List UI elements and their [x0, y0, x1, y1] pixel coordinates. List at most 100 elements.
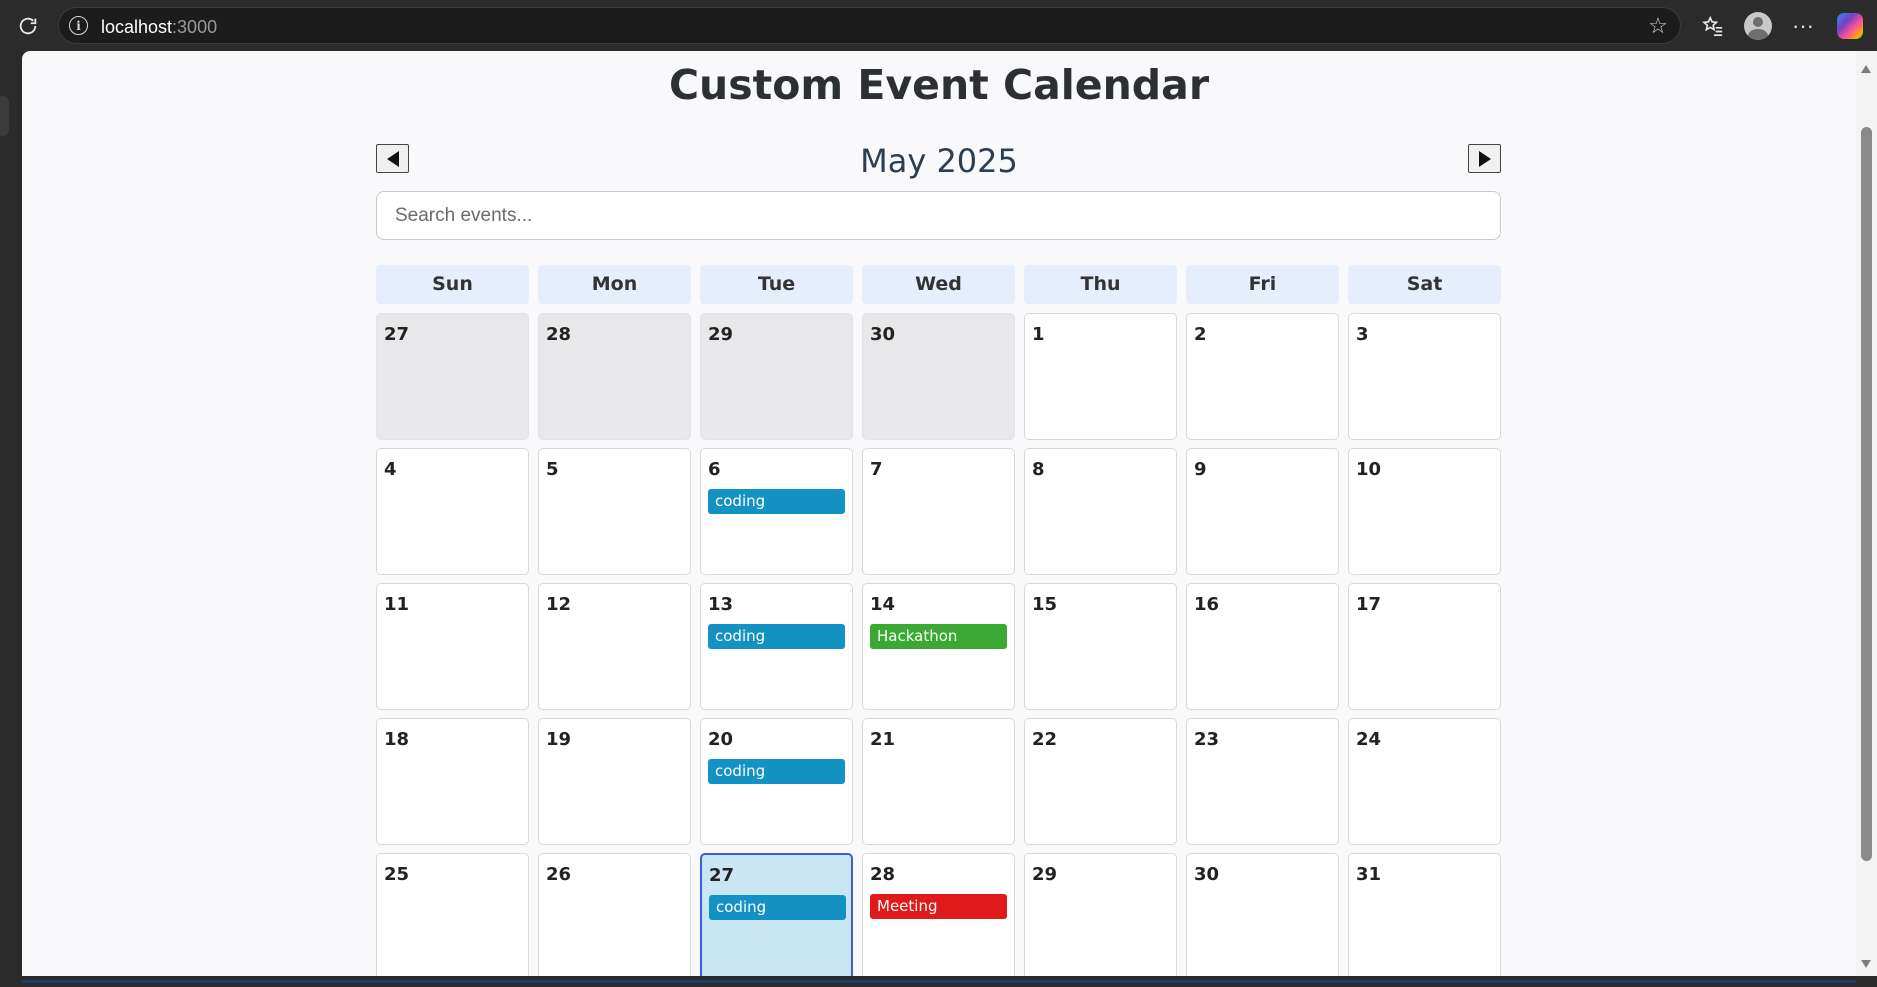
day-cell[interactable]: 5: [538, 448, 691, 575]
day-number: 2: [1194, 324, 1207, 345]
day-cell[interactable]: 11: [376, 583, 529, 710]
day-number: 18: [384, 729, 410, 750]
more-options-icon[interactable]: ···: [1788, 11, 1818, 41]
url-text[interactable]: localhost:3000: [101, 17, 217, 38]
site-info-icon[interactable]: i: [69, 16, 88, 35]
day-cell[interactable]: 16: [1186, 583, 1339, 710]
day-number: 25: [384, 864, 410, 885]
day-cell[interactable]: 21: [862, 718, 1015, 845]
day-number: 15: [1032, 594, 1058, 615]
day-number: 17: [1356, 594, 1382, 615]
weekday-sun: Sun: [376, 265, 529, 304]
browser-toolbar: i localhost:3000 ☆ ···: [0, 0, 1877, 51]
day-number: 27: [384, 324, 410, 345]
day-number: 30: [870, 324, 896, 345]
weekday-tue: Tue: [700, 265, 853, 304]
day-cell[interactable]: 27: [376, 313, 529, 440]
event-coding[interactable]: coding: [708, 759, 845, 784]
day-number: 21: [870, 729, 896, 750]
day-number: 1: [1032, 324, 1045, 345]
day-cell[interactable]: 8: [1024, 448, 1177, 575]
calendar-grid: 27 28 29 30 1 2 3 4 5 6 coding 7 8 9 10 11 12 13 coding 14 H…: [376, 313, 1501, 976]
avatar: [1744, 12, 1772, 40]
event-coding[interactable]: coding: [708, 624, 845, 649]
day-cell[interactable]: 24: [1348, 718, 1501, 845]
day-cell[interactable]: 6 coding: [700, 448, 853, 575]
day-number: 7: [870, 459, 883, 480]
month-label: May 2025: [860, 142, 1018, 180]
day-cell[interactable]: 29: [700, 313, 853, 440]
side-panel-handle[interactable]: [0, 96, 9, 136]
day-number: 14: [870, 594, 896, 615]
day-cell[interactable]: 17: [1348, 583, 1501, 710]
weekday-thu: Thu: [1024, 265, 1177, 304]
day-cell[interactable]: 13 coding: [700, 583, 853, 710]
address-bar[interactable]: i localhost:3000 ☆: [58, 7, 1681, 44]
day-cell[interactable]: 29: [1024, 853, 1177, 976]
day-number: 24: [1356, 729, 1382, 750]
day-cell[interactable]: 20 coding: [700, 718, 853, 845]
day-number: 9: [1194, 459, 1207, 480]
copilot-icon[interactable]: [1835, 11, 1865, 41]
day-number: 20: [708, 729, 734, 750]
day-cell[interactable]: 2: [1186, 313, 1339, 440]
day-cell[interactable]: 12: [538, 583, 691, 710]
day-cell[interactable]: 31: [1348, 853, 1501, 976]
search-input[interactable]: [376, 191, 1501, 240]
day-number: 13: [708, 594, 734, 615]
day-number: 22: [1032, 729, 1058, 750]
bookmark-star-icon[interactable]: ☆: [1646, 14, 1670, 38]
day-number: 30: [1194, 864, 1220, 885]
day-number: 29: [1032, 864, 1058, 885]
day-number: 31: [1356, 864, 1382, 885]
favorites-icon[interactable]: [1698, 11, 1728, 41]
day-number: 28: [546, 324, 572, 345]
day-cell[interactable]: 3: [1348, 313, 1501, 440]
day-cell[interactable]: 30: [862, 313, 1015, 440]
day-cell[interactable]: 26: [538, 853, 691, 976]
bottom-edge: [0, 976, 1877, 987]
day-cell[interactable]: 14 Hackathon: [862, 583, 1015, 710]
day-cell[interactable]: 18: [376, 718, 529, 845]
event-coding[interactable]: coding: [709, 895, 846, 920]
profile-icon[interactable]: [1743, 11, 1773, 41]
day-cell[interactable]: 28: [538, 313, 691, 440]
day-cell[interactable]: 7: [862, 448, 1015, 575]
day-number: 28: [870, 864, 896, 885]
day-cell[interactable]: 30: [1186, 853, 1339, 976]
right-arrow-icon: [1478, 150, 1491, 167]
weekday-mon: Mon: [538, 265, 691, 304]
day-cell[interactable]: 28 Meeting: [862, 853, 1015, 976]
weekday-fri: Fri: [1186, 265, 1339, 304]
event-meeting[interactable]: Meeting: [870, 894, 1007, 919]
day-cell[interactable]: 19: [538, 718, 691, 845]
weekday-sat: Sat: [1348, 265, 1501, 304]
day-number: 5: [546, 459, 559, 480]
vertical-scrollbar[interactable]: [1856, 51, 1877, 976]
copilot-logo: [1837, 13, 1863, 39]
day-cell[interactable]: 4: [376, 448, 529, 575]
scroll-up-arrow-icon[interactable]: [1861, 65, 1871, 73]
weekday-wed: Wed: [862, 265, 1015, 304]
scroll-down-arrow-icon[interactable]: [1861, 960, 1871, 968]
day-cell[interactable]: 22: [1024, 718, 1177, 845]
day-number: 6: [708, 459, 721, 480]
next-month-button[interactable]: [1468, 144, 1501, 173]
day-number: 3: [1356, 324, 1369, 345]
day-number: 19: [546, 729, 572, 750]
reload-icon[interactable]: [14, 12, 42, 40]
day-cell[interactable]: 9: [1186, 448, 1339, 575]
day-cell[interactable]: 25: [376, 853, 529, 976]
day-cell[interactable]: 27 coding: [700, 853, 853, 976]
event-hackathon[interactable]: Hackathon: [870, 624, 1007, 649]
day-cell[interactable]: 10: [1348, 448, 1501, 575]
day-cell[interactable]: 1: [1024, 313, 1177, 440]
day-number: 10: [1356, 459, 1382, 480]
day-number: 11: [384, 594, 410, 615]
day-cell[interactable]: 23: [1186, 718, 1339, 845]
day-number: 16: [1194, 594, 1220, 615]
event-coding[interactable]: coding: [708, 489, 845, 514]
day-number: 29: [708, 324, 734, 345]
scroll-thumb[interactable]: [1861, 127, 1872, 861]
day-cell[interactable]: 15: [1024, 583, 1177, 710]
